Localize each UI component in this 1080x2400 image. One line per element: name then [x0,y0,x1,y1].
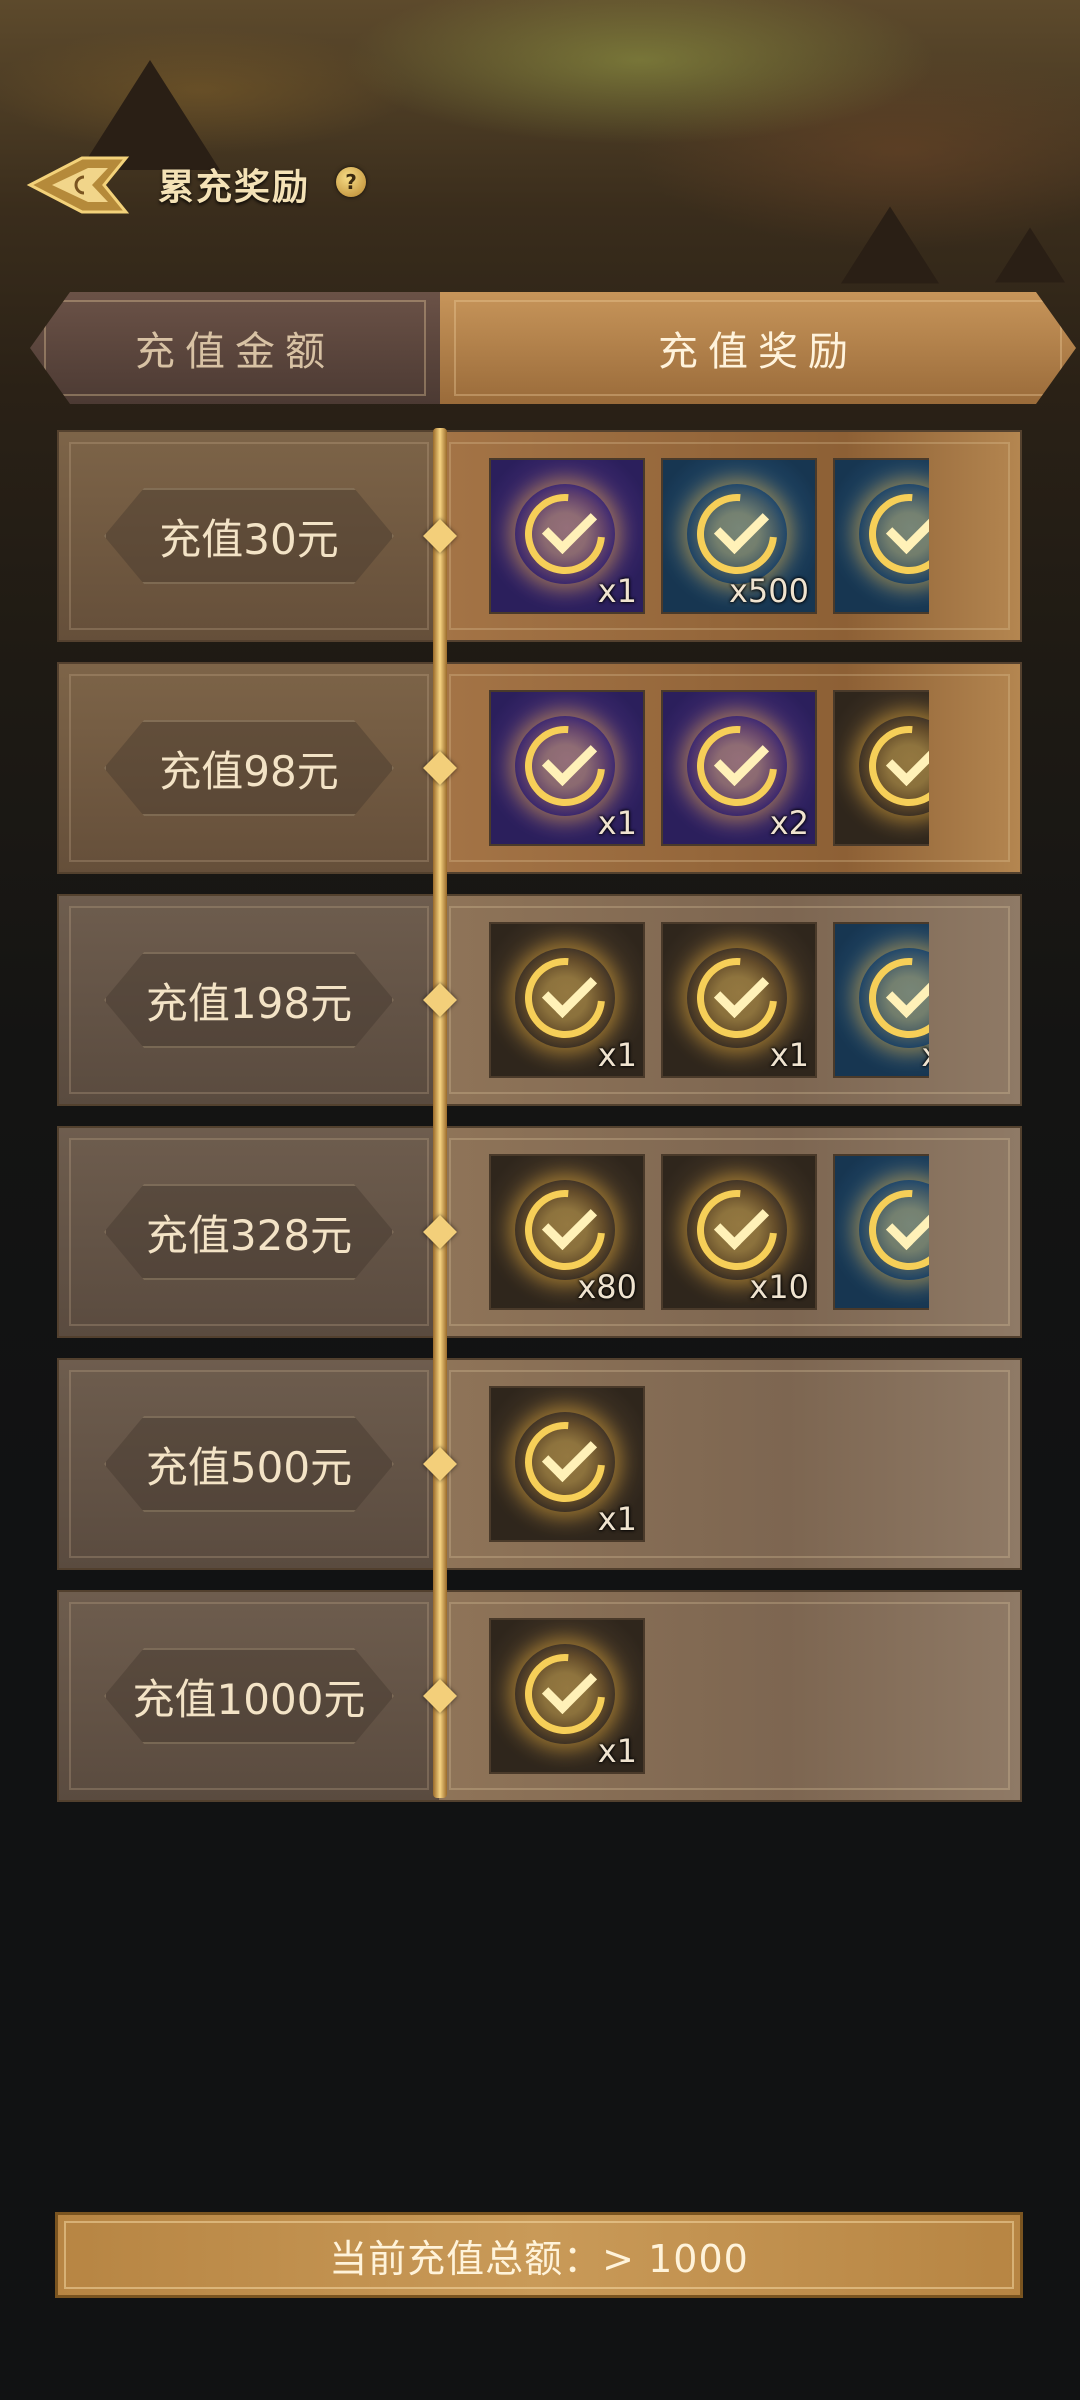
tier-label: 充值1000元 [104,1648,394,1744]
reward-tier-row: 充值328元 x80 x10 x [57,1126,1022,1338]
claimed-check-icon [515,716,615,816]
tier-label: 充值198元 [104,952,394,1048]
claimed-check-icon [515,1412,615,1512]
item-quantity: x1 [597,1036,637,1074]
page-title: 累充奖励 [158,167,311,208]
claimed-check-icon [859,948,929,1048]
reward-item-scroll[interactable] [833,690,929,846]
item-quantity: x1 [597,804,637,842]
back-button[interactable] [26,150,136,220]
tier-reward-panel: x1 x1 x30 [439,896,1020,1104]
reward-item-flame-orb[interactable]: x1 [489,458,645,614]
tier-reward-panel: x1 x2 [439,664,1020,872]
reward-items: x80 x10 x [489,1154,929,1314]
reward-item-scroll[interactable]: x80 [489,1154,645,1310]
item-quantity: x80 [577,1268,637,1306]
tier-label-panel: 充值198元 [59,896,439,1104]
item-quantity: x10 [749,1268,809,1306]
tab-recharge-amount[interactable]: 充值金额 [30,292,440,404]
reward-item-demon-helmet[interactable]: x1 [661,922,817,1078]
tier-label: 充值98元 [104,720,394,816]
claimed-check-icon [859,484,929,584]
claimed-check-icon [515,484,615,584]
claimed-check-icon [687,716,787,816]
item-quantity: x2 [769,804,809,842]
tier-label-panel: 充值30元 [59,432,439,640]
tent-icon [995,227,1065,283]
reward-item-portrait-orb[interactable]: x1 [489,1386,645,1542]
tier-reward-panel: x1 x500 x [439,432,1020,640]
question-icon[interactable]: ? [336,167,366,197]
reward-tier-row: 充值98元 x1 x2 [57,662,1022,874]
item-quantity: x1 [597,1732,637,1770]
back-arrow-icon [26,156,130,214]
tier-reward-panel: x1 [439,1592,1020,1800]
reward-tier-row: 充值198元 x1 x1 x30 [57,894,1022,1106]
item-quantity: x500 [728,572,809,610]
claimed-check-icon [515,948,615,1048]
tent-icon [841,206,939,284]
reward-item-hero-card[interactable]: x1 [489,922,645,1078]
item-quantity: x30 [921,1036,929,1074]
tab-label: 充值金额 [135,329,335,375]
tier-reward-panel: x1 [439,1360,1020,1568]
reward-tier-row: 充值30元 x1 x500 x [57,430,1022,642]
total-recharge-label: 当前充值总额：> 1000 [329,2236,749,2281]
reward-items: x1 x1 x30 [489,922,929,1082]
item-quantity: x1 [597,572,637,610]
reward-item-red-gem[interactable]: x [833,458,929,614]
tier-label: 充值30元 [104,488,394,584]
reward-items: x1 x2 [489,690,929,850]
claimed-check-icon [687,1180,787,1280]
tier-label-panel: 充值328元 [59,1128,439,1336]
reward-item-red-gem[interactable]: x [833,1154,929,1310]
claimed-check-icon [687,948,787,1048]
reward-items: x1 x500 x [489,458,929,618]
tier-label-panel: 充值500元 [59,1360,439,1568]
claimed-check-icon [687,484,787,584]
reward-tier-row: 充值1000元 x1 [57,1590,1022,1802]
reward-item-winged-badge[interactable]: x2 [661,690,817,846]
tier-label: 充值500元 [104,1416,394,1512]
claimed-check-icon [859,1180,929,1280]
progress-timeline [433,428,447,1798]
tab-recharge-reward[interactable]: 充值奖励 [440,292,1076,404]
reward-item-scroll[interactable]: x10 [661,1154,817,1310]
item-quantity: x1 [597,1500,637,1538]
total-recharge-bar: 当前充值总额：> 1000 [55,2212,1023,2298]
reward-item-red-gem[interactable]: x500 [661,458,817,614]
tier-label: 充值328元 [104,1184,394,1280]
claimed-check-icon [515,1180,615,1280]
reward-item-frame-card[interactable]: x1 [489,690,645,846]
reward-item-red-gem[interactable]: x30 [833,922,929,1078]
reward-item-hero-card[interactable]: x1 [489,1618,645,1774]
tier-reward-panel: x80 x10 x [439,1128,1020,1336]
reward-items: x1 [489,1386,929,1546]
tab-label: 充值奖励 [658,329,858,375]
reward-tier-row: 充值500元 x1 [57,1358,1022,1570]
tab-bar: 充值金额 充值奖励 [30,292,1076,404]
tier-label-panel: 充值98元 [59,664,439,872]
claimed-check-icon [515,1644,615,1744]
tier-label-panel: 充值1000元 [59,1592,439,1800]
item-quantity: x1 [769,1036,809,1074]
reward-items: x1 [489,1618,929,1778]
claimed-check-icon [859,716,929,816]
